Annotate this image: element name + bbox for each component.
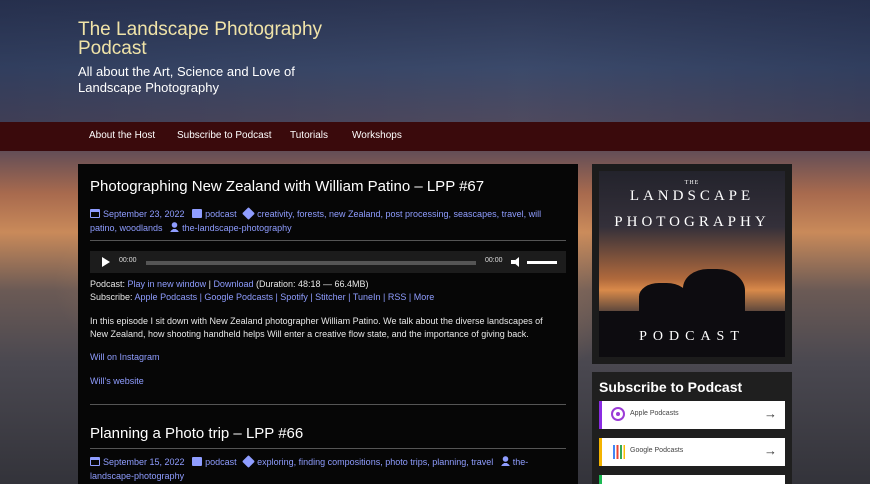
art-the: THE xyxy=(684,180,700,186)
nav-about-host[interactable]: About the Host xyxy=(89,130,155,141)
post-author[interactable]: the-landscape-photography xyxy=(182,223,292,233)
podcast-links-line: Podcast: Play in new window | Download (… xyxy=(90,279,369,289)
nav-workshops[interactable]: Workshops xyxy=(352,130,402,141)
google-podcasts-icon xyxy=(613,445,625,459)
main-nav: About the Host Subscribe to Podcast Tuto… xyxy=(0,122,870,151)
calendar-icon xyxy=(90,209,100,218)
tag-icon xyxy=(242,455,255,468)
website-link: Will's website xyxy=(90,375,144,388)
subscribe-links[interactable]: Apple Podcasts | Google Podcasts | Spoti… xyxy=(135,292,435,302)
google-podcasts-label: Google Podcasts xyxy=(630,447,684,454)
website-link-text[interactable]: Will's website xyxy=(90,376,144,386)
podcast-artwork[interactable]: THE LANDSCAPE PHOTOGRAPHY PODCAST xyxy=(599,171,785,357)
instagram-link: Will on Instagram xyxy=(90,351,160,364)
duration-time: 00:00 xyxy=(485,257,503,264)
site-header: The Landscape Photography Podcast All ab… xyxy=(0,0,870,122)
folder-icon xyxy=(192,209,203,218)
arrow-right-icon: → xyxy=(764,443,777,458)
site-title[interactable]: The Landscape Photography Podcast xyxy=(78,20,338,58)
progress-rail[interactable] xyxy=(146,261,476,265)
apple-podcasts-label: Apple Podcasts xyxy=(630,410,679,417)
spotify-button[interactable] xyxy=(599,475,785,484)
post-category[interactable]: podcast xyxy=(205,457,237,467)
google-podcasts-button[interactable]: Google Podcasts → xyxy=(599,438,785,466)
current-time: 00:00 xyxy=(119,257,137,264)
post-excerpt: In this episode I sit down with New Zeal… xyxy=(90,316,543,339)
tag-icon xyxy=(242,207,255,220)
instagram-link-text[interactable]: Will on Instagram xyxy=(90,352,160,362)
post-title[interactable]: Planning a Photo trip – LPP #66 xyxy=(90,425,303,443)
divider xyxy=(90,240,566,241)
nav-tutorials[interactable]: Tutorials xyxy=(290,130,328,141)
folder-icon xyxy=(192,457,203,466)
download-link[interactable]: Download xyxy=(213,279,253,289)
post-meta: September 15, 2022 podcast exploring, fi… xyxy=(90,455,566,483)
volume-slider[interactable] xyxy=(527,261,557,264)
subscribe-line: Subscribe: Apple Podcasts | Google Podca… xyxy=(90,291,434,304)
subscribe-title: Subscribe to Podcast xyxy=(599,379,743,395)
arrow-right-icon: → xyxy=(764,406,777,421)
art-photography: PHOTOGRAPHY xyxy=(614,214,770,230)
author-icon xyxy=(500,456,510,466)
podcast-label: Podcast: xyxy=(90,279,126,289)
audio-player: 00:00 00:00 xyxy=(90,251,566,273)
art-landscape: LANDSCAPE xyxy=(629,188,755,204)
art-podcast: PODCAST xyxy=(639,329,745,344)
main-content: Photographing New Zealand with William P… xyxy=(78,164,578,484)
post-date[interactable]: September 23, 2022 xyxy=(103,209,185,219)
post-date[interactable]: September 15, 2022 xyxy=(103,457,185,467)
sea-stack-right xyxy=(683,269,745,317)
post-tags[interactable]: exploring, finding compositions, photo t… xyxy=(257,457,493,467)
site-description: All about the Art, Science and Love of L… xyxy=(78,64,295,95)
volume-icon[interactable] xyxy=(511,256,523,268)
nav-subscribe[interactable]: Subscribe to Podcast xyxy=(177,130,272,141)
divider xyxy=(90,404,566,405)
subscribe-widget: Subscribe to Podcast Apple Podcasts → Go… xyxy=(592,372,792,484)
post-meta: September 23, 2022 podcast creativity, f… xyxy=(90,207,566,235)
subscribe-label: Subscribe: xyxy=(90,292,133,302)
author-icon xyxy=(170,222,180,232)
divider xyxy=(90,448,566,449)
duration-text: (Duration: 48:18 — 66.4MB) xyxy=(255,279,369,289)
play-icon[interactable] xyxy=(102,257,110,267)
apple-podcasts-button[interactable]: Apple Podcasts → xyxy=(599,401,785,429)
calendar-icon xyxy=(90,457,100,466)
post-title[interactable]: Photographing New Zealand with William P… xyxy=(90,178,484,196)
play-new-window-link[interactable]: Play in new window xyxy=(128,279,207,289)
post-category[interactable]: podcast xyxy=(205,209,237,219)
podcast-artwork-widget: THE LANDSCAPE PHOTOGRAPHY PODCAST xyxy=(592,164,792,364)
apple-podcasts-icon xyxy=(611,407,625,421)
